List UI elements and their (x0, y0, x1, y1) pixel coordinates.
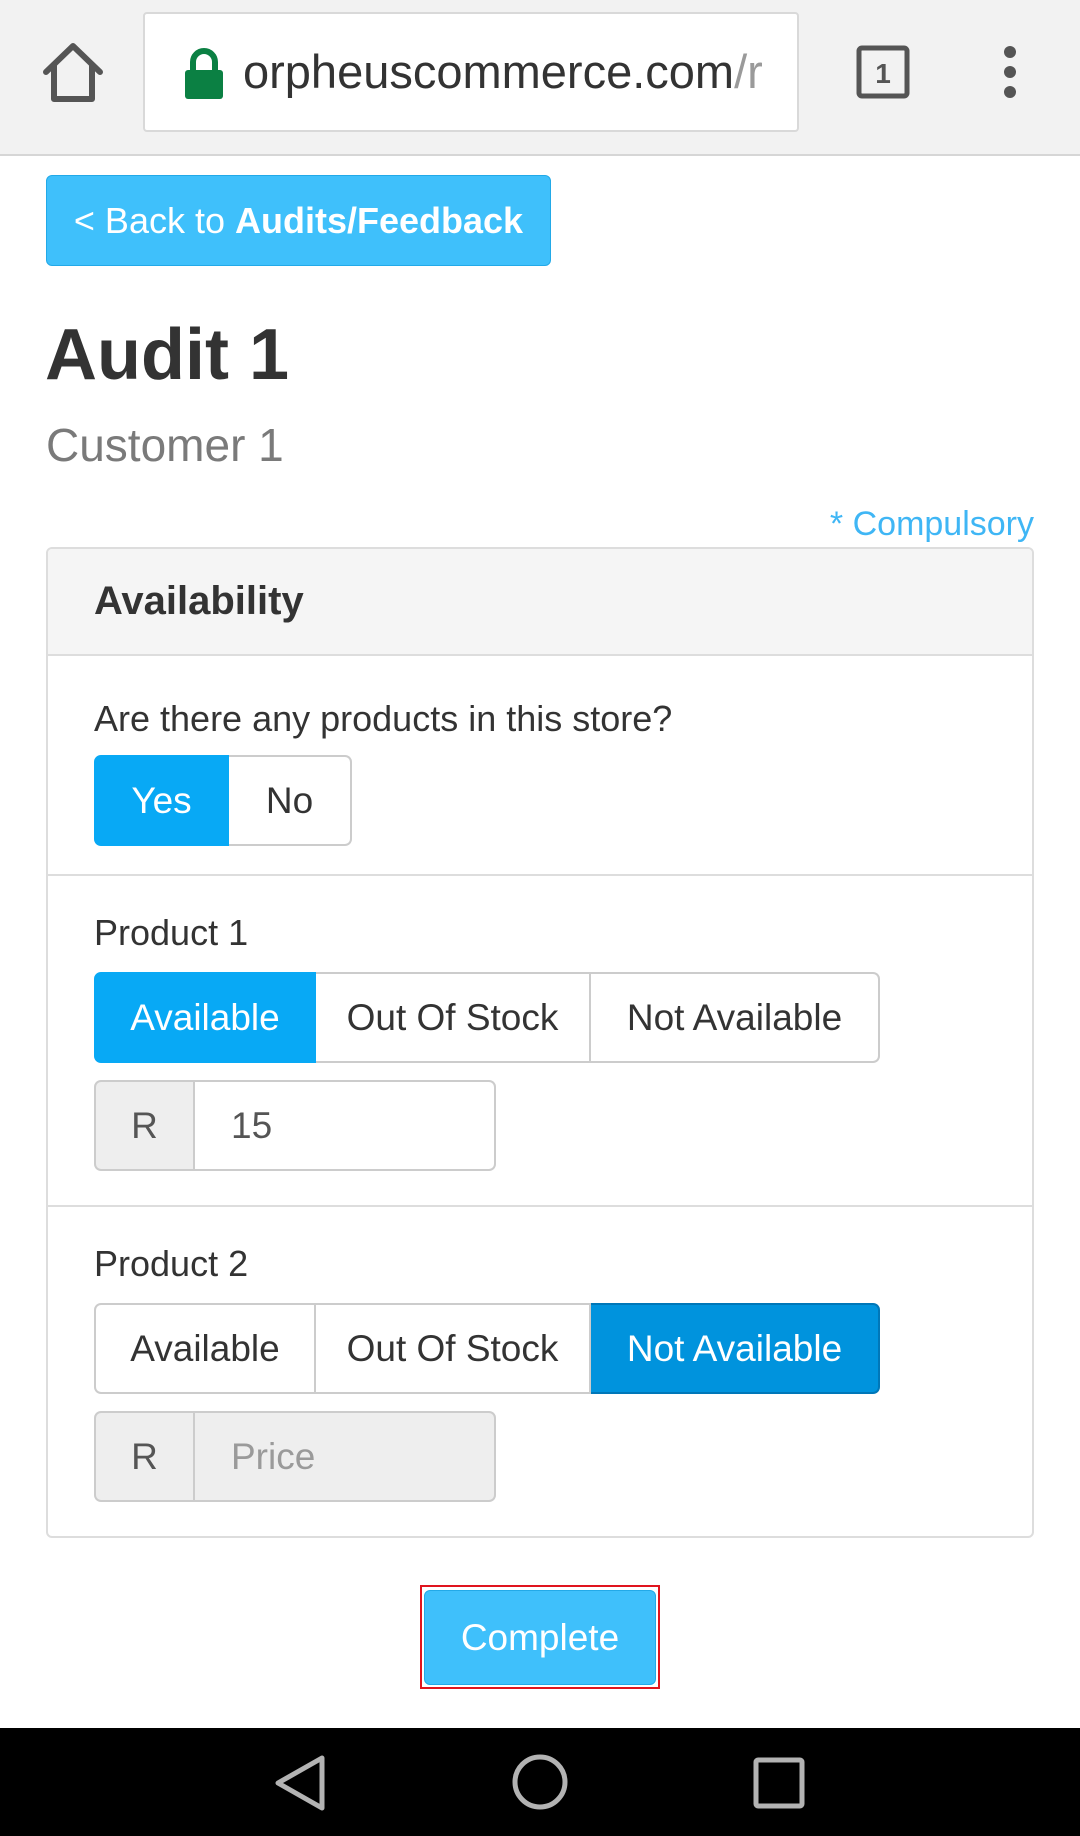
tab-switcher-button[interactable]: 1 (855, 44, 911, 100)
nav-back-icon[interactable] (272, 1754, 328, 1812)
url-text: orpheuscommerce.com/r (243, 14, 783, 130)
availability-panel: Availability Are there any products in t… (46, 547, 1034, 1538)
system-nav-bar (0, 1728, 1080, 1836)
out-of-stock-option[interactable]: Out Of Stock (316, 1303, 591, 1394)
currency-addon: R (94, 1080, 195, 1171)
home-icon[interactable] (38, 38, 108, 108)
compulsory-note: * Compulsory (829, 505, 1034, 543)
more-options-icon[interactable] (990, 44, 1030, 100)
product-1-status-toggle: Available Out Of Stock Not Available (94, 972, 880, 1063)
browser-toolbar: orpheuscommerce.com/r 1 (0, 0, 1080, 156)
url-path: /r (734, 45, 763, 98)
available-option[interactable]: Available (94, 972, 316, 1063)
yes-option[interactable]: Yes (94, 755, 229, 846)
nav-home-icon[interactable] (510, 1752, 570, 1812)
page-title: Audit 1 (45, 315, 289, 395)
product-1-price-group: R (94, 1080, 496, 1171)
panel-heading: Availability (48, 549, 1032, 656)
complete-button[interactable]: Complete (424, 1590, 656, 1685)
question-row: Are there any products in this store? Ye… (48, 656, 1032, 874)
currency-addon: R (94, 1411, 195, 1502)
back-to-audits-button[interactable]: < Back to Audits/Feedback (46, 175, 551, 266)
panel-title: Availability (94, 579, 304, 623)
not-available-option[interactable]: Not Available (591, 1303, 880, 1394)
product-1-price-input[interactable] (195, 1080, 496, 1171)
question-label: Are there any products in this store? (94, 698, 673, 739)
page-subtitle: Customer 1 (46, 419, 284, 471)
product-row: Product 1 Available Out Of Stock Not Ava… (48, 874, 1032, 1205)
no-option[interactable]: No (229, 755, 352, 846)
out-of-stock-option[interactable]: Out Of Stock (316, 972, 591, 1063)
tab-count: 1 (875, 58, 891, 89)
products-present-toggle: Yes No (94, 755, 352, 846)
not-available-option[interactable]: Not Available (591, 972, 880, 1063)
product-label: Product 1 (94, 912, 249, 953)
product-label: Product 2 (94, 1243, 249, 1284)
lock-icon (183, 48, 225, 100)
nav-recents-icon[interactable] (752, 1756, 806, 1810)
product-2-status-toggle: Available Out Of Stock Not Available (94, 1303, 880, 1394)
product-row: Product 2 Available Out Of Stock Not Ava… (48, 1205, 1032, 1536)
url-domain: orpheuscommerce.com (243, 45, 735, 98)
available-option[interactable]: Available (94, 1303, 316, 1394)
address-bar[interactable]: orpheuscommerce.com/r (143, 12, 799, 132)
back-button-target: Audits/Feedback (235, 200, 524, 241)
product-2-price-input[interactable] (195, 1411, 496, 1502)
product-2-price-group: R (94, 1411, 496, 1502)
back-button-prefix: < Back to (73, 200, 235, 241)
